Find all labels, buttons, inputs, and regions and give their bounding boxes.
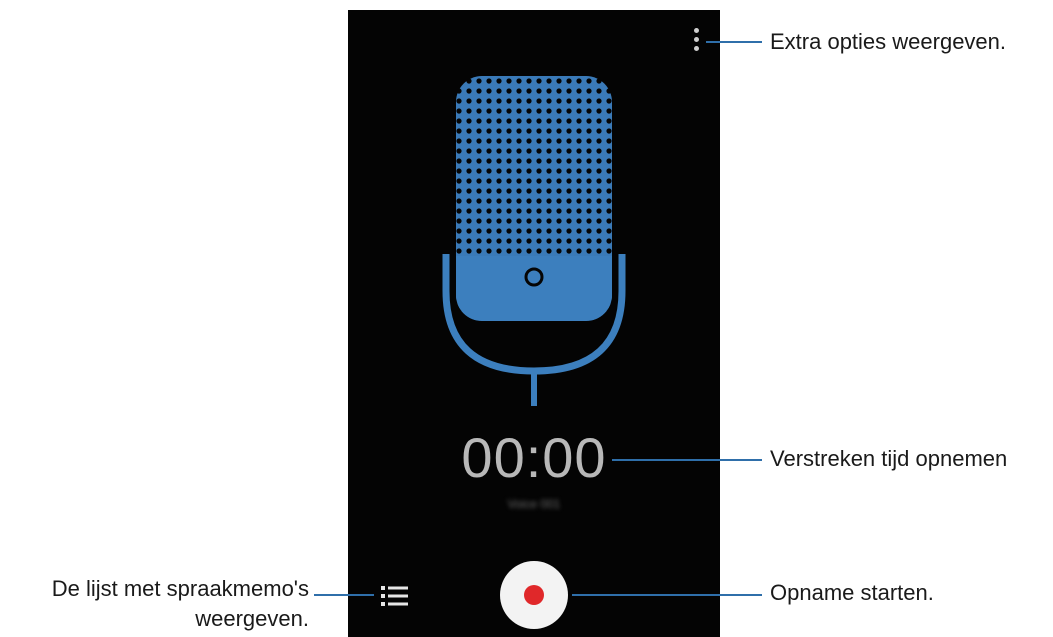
more-options-icon (693, 27, 699, 33)
callout-start-recording: Opname starten. (770, 580, 934, 605)
record-button[interactable] (500, 561, 568, 629)
voice-recorder-screen: 00:00 Voice 001 (348, 10, 720, 637)
list-icon[interactable] (378, 582, 412, 610)
callout-memo-list-line2: weergeven. (195, 606, 309, 631)
record-icon (524, 585, 544, 605)
callout-elapsed-time: Verstreken tijd opnemen (770, 446, 1008, 471)
recording-name: Voice 001 (507, 497, 561, 511)
more-options-button[interactable] (683, 22, 709, 56)
callout-line-start-recording (572, 594, 762, 596)
callout-more-options: Extra opties weergeven. (770, 29, 1007, 54)
callout-line-memo-list (314, 594, 374, 596)
callout-memo-list-line1: De lijst met spraakmemo's (51, 576, 309, 601)
callout-line-more-options (706, 41, 762, 43)
microphone-icon (442, 76, 626, 406)
elapsed-time: 00:00 (461, 426, 607, 489)
callout-line-elapsed-time (612, 459, 762, 461)
